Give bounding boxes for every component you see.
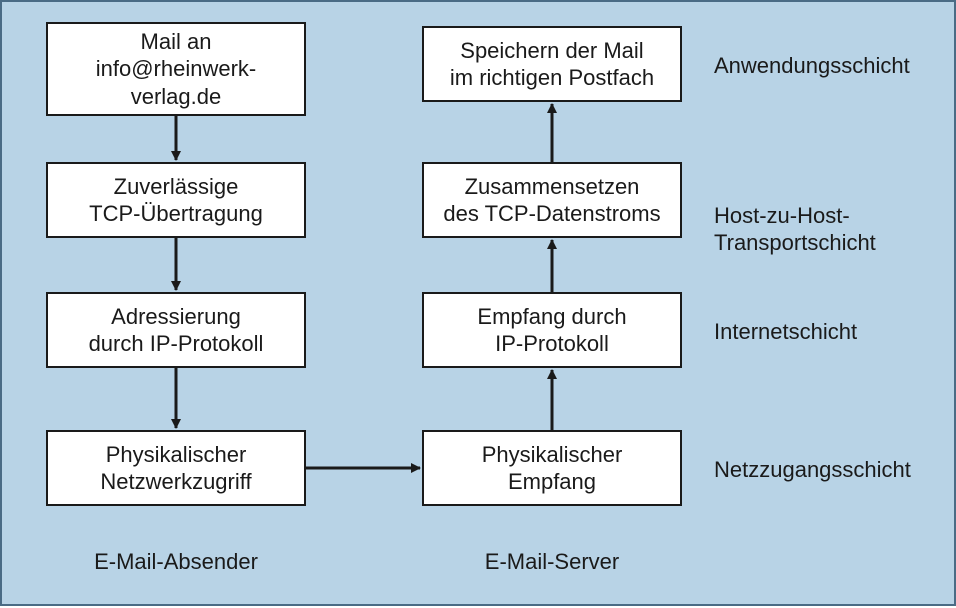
box-sender-netaccess: PhysikalischerNetzwerkzugriff <box>46 430 306 506</box>
box-sender-app: Mail aninfo@rheinwerk-verlag.de <box>46 22 306 116</box>
box-server-app: Speichern der Mailim richtigen Postfach <box>422 26 682 102</box>
box-text: PhysikalischerNetzwerkzugriff <box>100 441 251 496</box>
column-label-sender: E-Mail-Absender <box>46 548 306 576</box>
box-text: Mail aninfo@rheinwerk-verlag.de <box>96 28 257 111</box>
box-text: Empfang durchIP-Protokoll <box>477 303 626 358</box>
box-sender-internet: Adressierungdurch IP-Protokoll <box>46 292 306 368</box>
layer-label-internet: Internetschicht <box>714 318 857 346</box>
box-text: Speichern der Mailim richtigen Postfach <box>450 37 654 92</box>
diagram-canvas: Mail aninfo@rheinwerk-verlag.de Zuverläs… <box>0 0 956 606</box>
box-server-netaccess: PhysikalischerEmpfang <box>422 430 682 506</box>
box-text: ZuverlässigeTCP-Übertragung <box>89 173 263 228</box>
layer-label-application: Anwendungsschicht <box>714 52 910 80</box>
box-text: PhysikalischerEmpfang <box>482 441 623 496</box>
column-label-server: E-Mail-Server <box>422 548 682 576</box>
box-text: Adressierungdurch IP-Protokoll <box>89 303 264 358</box>
box-sender-transport: ZuverlässigeTCP-Übertragung <box>46 162 306 238</box>
box-text: Zusammensetzendes TCP-Datenstroms <box>443 173 660 228</box>
layer-label-transport: Host-zu-Host-Transportschicht <box>714 174 876 257</box>
layer-label-netaccess: Netzzugangsschicht <box>714 456 911 484</box>
box-server-transport: Zusammensetzendes TCP-Datenstroms <box>422 162 682 238</box>
box-server-internet: Empfang durchIP-Protokoll <box>422 292 682 368</box>
